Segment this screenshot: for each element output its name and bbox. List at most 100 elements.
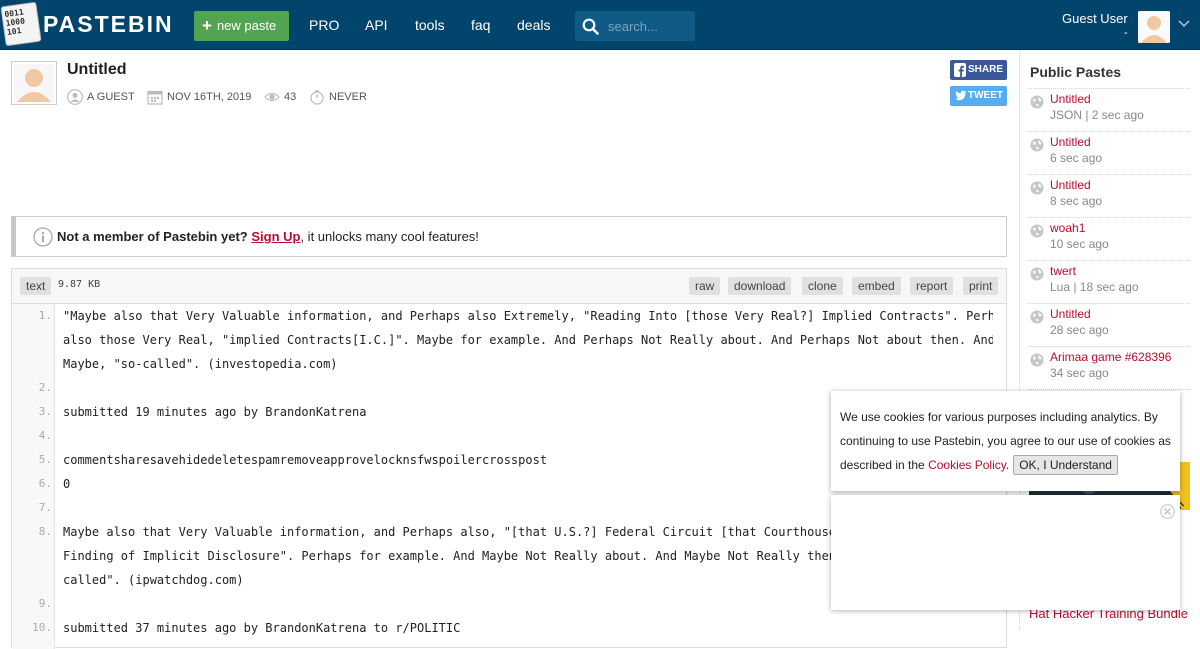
- nav-deals[interactable]: deals: [517, 17, 550, 33]
- paste-author-avatar: [11, 61, 57, 105]
- paste-title: Untitled: [67, 61, 127, 78]
- code-line: "Maybe also that Very Valuable informati…: [63, 309, 993, 323]
- paste-views-text: 43: [284, 91, 297, 103]
- public-paste-title[interactable]: Arimaa game #628396: [1050, 350, 1171, 364]
- public-paste-meta: 10 sec ago: [1050, 237, 1109, 251]
- paste-date: NOV 16TH, 2019: [147, 89, 251, 105]
- public-paste-title[interactable]: woah1: [1050, 221, 1085, 235]
- line-number: 1.: [38, 309, 52, 322]
- globe-icon: [1030, 267, 1044, 281]
- line-number: 2.: [38, 381, 52, 394]
- eye-icon: [264, 92, 280, 102]
- public-paste-item[interactable]: Untitled 28 sec ago: [1020, 307, 1200, 350]
- public-paste-item[interactable]: Arimaa game #628396 34 sec ago: [1020, 350, 1200, 393]
- code-line: Maybe, "so-called". (investopedia.com): [63, 357, 338, 371]
- nav-tools[interactable]: tools: [415, 17, 445, 33]
- public-paste-meta: Lua | 18 sec ago: [1050, 280, 1139, 294]
- search-icon[interactable]: [582, 18, 599, 35]
- user-icon: [67, 89, 83, 105]
- public-paste-meta: JSON | 2 sec ago: [1050, 108, 1144, 122]
- search-box: [575, 11, 695, 41]
- line-number: 9.: [38, 597, 52, 610]
- sidebar-divider: [1028, 174, 1190, 175]
- guest-user-name[interactable]: Guest User: [1062, 11, 1128, 26]
- raw-button[interactable]: raw: [689, 277, 721, 295]
- line-number: 8.: [38, 525, 52, 538]
- globe-icon: [1030, 138, 1044, 152]
- cookie-after: .: [1005, 458, 1010, 472]
- code-line: also those Very Real, "implied Contracts…: [63, 333, 993, 347]
- new-paste-label: new paste: [216, 18, 277, 33]
- facebook-icon: [954, 63, 966, 77]
- public-paste-item[interactable]: twert Lua | 18 sec ago: [1020, 264, 1200, 307]
- sidebar-divider: [1028, 346, 1190, 347]
- embed-button[interactable]: embed: [852, 277, 901, 295]
- nav-faq[interactable]: faq: [471, 17, 490, 33]
- timer-icon: [310, 90, 324, 105]
- paste-author-text[interactable]: A GUEST: [87, 91, 135, 103]
- print-button[interactable]: print: [963, 277, 999, 295]
- public-paste-title[interactable]: Untitled: [1050, 92, 1091, 106]
- paste-author: A GUEST: [67, 89, 135, 105]
- nav-pro[interactable]: PRO: [309, 17, 339, 33]
- globe-icon: [1030, 310, 1044, 324]
- globe-icon: [1030, 181, 1044, 195]
- calendar-icon: [147, 90, 163, 105]
- guest-user-sub: -: [1124, 27, 1128, 39]
- public-paste-title[interactable]: Untitled: [1050, 135, 1091, 149]
- public-paste-item[interactable]: Untitled JSON | 2 sec ago: [1020, 92, 1200, 135]
- public-paste-title[interactable]: Untitled: [1050, 178, 1091, 192]
- public-paste-item[interactable]: Untitled 6 sec ago: [1020, 135, 1200, 178]
- public-paste-meta: 28 sec ago: [1050, 323, 1109, 337]
- paste-views: 43: [264, 89, 296, 105]
- paste-expiry: NEVER: [309, 89, 367, 105]
- public-paste-title[interactable]: Untitled: [1050, 307, 1091, 321]
- search-input[interactable]: [608, 17, 692, 35]
- line-number-gutter: 1. 2. 3. 4. 5. 6. 7. 8. 9. 10.: [12, 304, 55, 649]
- public-paste-item[interactable]: woah1 10 sec ago: [1020, 221, 1200, 264]
- clone-button[interactable]: clone: [802, 277, 843, 295]
- syntax-tag[interactable]: text: [20, 277, 52, 295]
- info-icon: [33, 227, 53, 247]
- line-number: 10.: [32, 621, 52, 634]
- line-number: 7.: [38, 501, 52, 514]
- line-number: 6.: [38, 477, 52, 490]
- top-header: 0011 1000 101 PASTEBIN + new paste PRO AP…: [0, 0, 1200, 50]
- chevron-down-icon[interactable]: [1178, 20, 1190, 28]
- twitter-tweet-button[interactable]: TWEET: [950, 86, 1007, 106]
- cookies-policy-link[interactable]: Cookies Policy: [928, 458, 1006, 472]
- code-line: submitted 37 minutes ago by BrandonKatre…: [63, 621, 461, 635]
- cookie-ok-button[interactable]: OK, I Understand: [1013, 455, 1118, 475]
- public-paste-item[interactable]: Untitled 8 sec ago: [1020, 178, 1200, 221]
- sidebar-divider: [1028, 88, 1190, 89]
- pastebin-logo-text[interactable]: PASTEBIN: [43, 11, 174, 38]
- sidebar-divider: [1028, 260, 1190, 261]
- signup-notice-text: Not a member of Pastebin yet? Sign Up, i…: [57, 229, 479, 244]
- globe-icon: [1030, 353, 1044, 367]
- globe-icon: [1030, 95, 1044, 109]
- tweet-label: TWEET: [968, 90, 1003, 101]
- plus-icon: +: [202, 16, 212, 35]
- line-number: 4.: [38, 429, 52, 442]
- new-paste-button[interactable]: + new paste: [194, 11, 289, 41]
- report-button[interactable]: report: [910, 277, 954, 295]
- facebook-share-button[interactable]: SHARE: [950, 60, 1007, 80]
- public-paste-title[interactable]: twert: [1050, 264, 1076, 278]
- pastebin-logo-icon[interactable]: 0011 1000 101: [0, 1, 42, 47]
- guest-avatar[interactable]: [1138, 11, 1170, 43]
- public-pastes-title: Public Pastes: [1030, 64, 1122, 80]
- paste-date-text: NOV 16TH, 2019: [167, 91, 252, 103]
- sidebar-divider: [1028, 217, 1190, 218]
- line-number: 3.: [38, 405, 52, 418]
- notice-bold-text: Not a member of Pastebin yet?: [57, 229, 248, 244]
- share-label: SHARE: [968, 64, 1004, 75]
- signup-link[interactable]: Sign Up: [251, 229, 300, 244]
- twitter-icon: [954, 90, 967, 101]
- nav-api[interactable]: API: [365, 17, 388, 33]
- public-paste-meta: 34 sec ago: [1050, 366, 1109, 380]
- ad-overlay-box: [831, 495, 1180, 610]
- close-icon[interactable]: [1160, 504, 1175, 519]
- line-number: 5.: [38, 453, 52, 466]
- download-button[interactable]: download: [728, 277, 792, 295]
- sidebar-divider: [1028, 389, 1190, 390]
